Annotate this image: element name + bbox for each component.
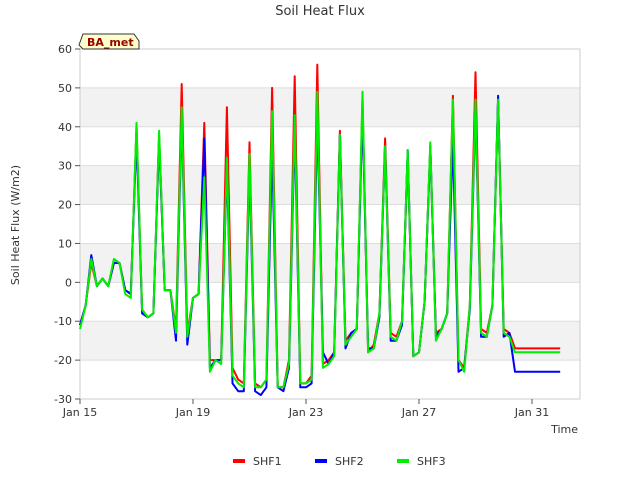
background-band (80, 49, 580, 88)
y-tick-label: 20 (58, 199, 72, 212)
y-tick-label: -10 (54, 315, 72, 328)
x-axis-ticks: Jan 15 Jan 19 Jan 23 Jan 27 Jan 31 (62, 399, 549, 419)
x-tick-label: Jan 23 (288, 406, 323, 419)
x-tick-label: Jan 15 (62, 406, 97, 419)
y-axis-label: Soil Heat Flux (W/m2) (9, 165, 22, 285)
y-tick-label: 50 (58, 82, 72, 95)
y-tick-label: 60 (58, 43, 72, 56)
y-tick-label: 30 (58, 160, 72, 173)
plot-background-bands (80, 49, 580, 399)
x-tick-label: Jan 19 (175, 406, 210, 419)
legend-swatch (233, 459, 245, 463)
x-axis-label: Time (550, 423, 578, 436)
x-tick-label: Jan 27 (401, 406, 436, 419)
background-band (80, 321, 580, 361)
legend: SHF1 SHF2 SHF3 (233, 455, 446, 468)
badge-label: BA_met (87, 36, 134, 49)
x-tick-label: Jan 31 (514, 406, 549, 419)
legend-label: SHF1 (253, 455, 282, 468)
chart-title: Soil Heat Flux (275, 4, 365, 19)
y-tick-label: 10 (58, 237, 72, 250)
background-band (80, 360, 580, 399)
background-band (80, 126, 580, 166)
soil-heat-flux-chart: Soil Heat Flux -30 -20 -10 0 10 20 30 40 50 60 Ja… (9, 4, 581, 468)
y-tick-label: -30 (54, 393, 72, 406)
legend-label: SHF3 (417, 455, 446, 468)
background-band (80, 87, 580, 127)
y-axis-ticks: -30 -20 -10 0 10 20 30 40 50 60 (54, 43, 80, 406)
legend-label: SHF2 (335, 455, 364, 468)
y-tick-label: 0 (65, 276, 72, 289)
y-tick-label: 40 (58, 121, 72, 134)
legend-swatch (315, 459, 327, 463)
badge-group: BA_met (78, 33, 140, 50)
chart-container: Soil Heat Flux -30 -20 -10 0 10 20 30 40 50 60 Ja… (0, 0, 640, 480)
background-band (80, 165, 580, 205)
legend-swatch (397, 459, 409, 463)
y-tick-label: -20 (54, 354, 72, 367)
